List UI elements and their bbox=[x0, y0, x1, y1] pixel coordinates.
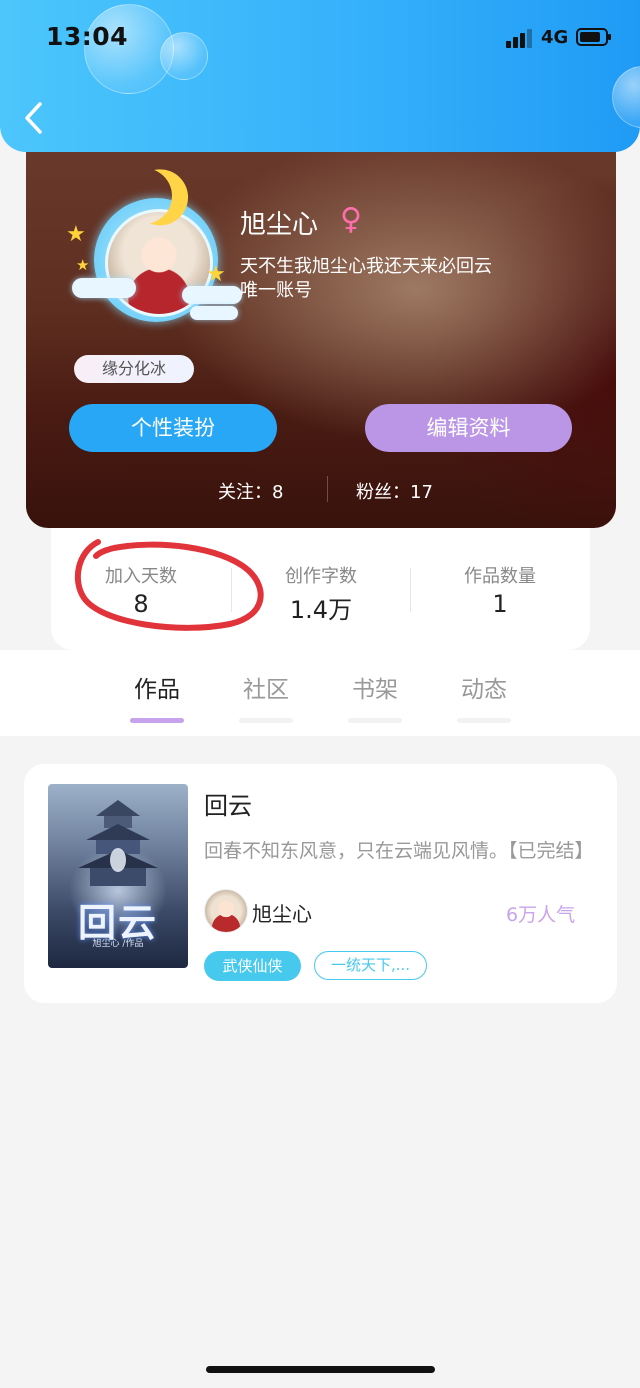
tab-label: 书架 bbox=[352, 677, 398, 703]
tab-indicator bbox=[348, 718, 402, 723]
tab-activity[interactable]: 动态 bbox=[429, 670, 539, 723]
star-icon: ★ bbox=[206, 262, 226, 287]
avatar-frame[interactable]: ★ ★ ★ bbox=[66, 160, 242, 340]
work-description: 回春不知东风意，只在云端见风情。【已完结】 bbox=[204, 840, 594, 862]
stat-join-days: 加入天数 8 bbox=[51, 562, 231, 618]
home-indicator[interactable] bbox=[206, 1366, 435, 1373]
star-icon: ★ bbox=[66, 222, 86, 247]
edit-profile-button[interactable]: 编辑资料 bbox=[365, 404, 572, 452]
stat-label: 加入天数 bbox=[105, 566, 177, 587]
author-avatar[interactable] bbox=[204, 889, 248, 933]
work-card[interactable]: 回云 旭尘心 /作品 回云 回春不知东风意，只在云端见风情。【已完结】 旭尘心 … bbox=[24, 764, 617, 1003]
decorative-bubble bbox=[160, 32, 208, 80]
stat-word-count: 创作字数 1.4万 bbox=[231, 562, 411, 625]
star-icon: ★ bbox=[76, 256, 90, 274]
cloud-icon bbox=[182, 286, 242, 304]
stat-label: 创作字数 bbox=[285, 566, 357, 587]
stat-label: 作品数量 bbox=[464, 566, 536, 587]
tab-label: 动态 bbox=[461, 677, 507, 703]
stat-work-count: 作品数量 1 bbox=[410, 562, 590, 618]
decorative-bubble bbox=[612, 66, 640, 128]
tab-indicator bbox=[130, 718, 184, 723]
user-nickname: 旭尘心 bbox=[240, 210, 319, 240]
cloud-icon bbox=[190, 306, 238, 320]
fan-badge: 缘分化冰 bbox=[74, 355, 194, 383]
stats-card: 加入天数 8 创作字数 1.4万 作品数量 1 bbox=[51, 528, 590, 650]
theme-tag[interactable]: 一统天下,... bbox=[314, 951, 427, 980]
tab-community[interactable]: 社区 bbox=[211, 670, 321, 723]
female-icon: ♀ bbox=[340, 202, 362, 237]
cloud-icon bbox=[72, 278, 136, 298]
network-type: 4G bbox=[541, 27, 569, 48]
pagoda-illustration bbox=[78, 800, 158, 886]
follow-stats: 关注：8 粉丝：17 bbox=[26, 476, 616, 506]
back-arrow-icon[interactable] bbox=[20, 100, 50, 136]
divider bbox=[327, 476, 328, 502]
status-time: 13:04 bbox=[46, 22, 129, 51]
tab-label: 社区 bbox=[243, 677, 289, 703]
tab-works[interactable]: 作品 bbox=[102, 670, 212, 723]
tab-bookshelf[interactable]: 书架 bbox=[320, 670, 430, 723]
popularity-count: 6万人气 bbox=[506, 904, 576, 926]
bio-line-1: 天不生我旭尘心我还天来必回云 bbox=[240, 256, 492, 277]
stat-value: 8 bbox=[133, 590, 149, 618]
stat-value: 1.4万 bbox=[289, 596, 353, 624]
stat-value: 1 bbox=[492, 590, 508, 618]
personal-dress-button[interactable]: 个性装扮 bbox=[69, 404, 277, 452]
top-header: 13:04 4G bbox=[0, 0, 640, 152]
tab-indicator bbox=[457, 718, 511, 723]
cover-subtitle: 旭尘心 /作品 bbox=[92, 939, 144, 949]
following-count[interactable]: 关注：8 bbox=[218, 478, 283, 504]
bio-line-2: 唯一账号 bbox=[240, 280, 312, 301]
signal-icon bbox=[506, 29, 532, 48]
profile-card: ★ ★ ★ 缘分化冰 旭尘心 ♀ 天不生我旭尘心我还天来必回云 唯一账号 个性装… bbox=[26, 130, 616, 528]
genre-tag[interactable]: 武侠仙侠 bbox=[204, 951, 301, 981]
battery-icon bbox=[576, 28, 611, 46]
tab-label: 作品 bbox=[134, 677, 180, 703]
author-name[interactable]: 旭尘心 bbox=[252, 898, 312, 927]
tab-bar: 作品 社区 书架 动态 bbox=[0, 650, 640, 736]
work-title[interactable]: 回云 bbox=[204, 786, 252, 821]
tab-indicator bbox=[239, 718, 293, 723]
fans-count[interactable]: 粉丝：17 bbox=[356, 478, 433, 504]
book-cover[interactable]: 回云 旭尘心 /作品 bbox=[48, 784, 188, 968]
